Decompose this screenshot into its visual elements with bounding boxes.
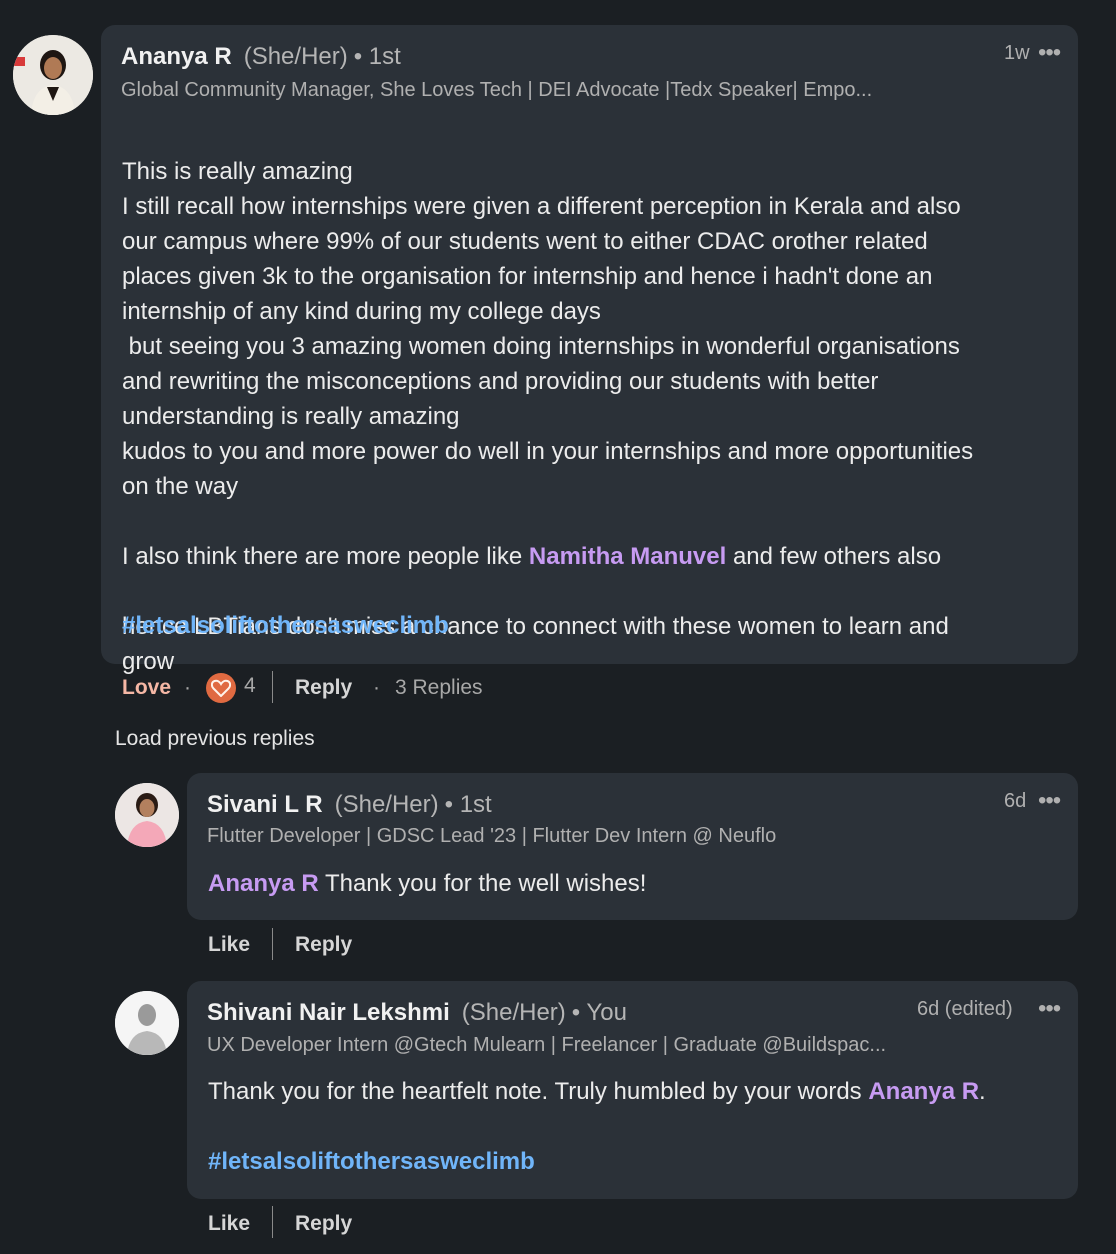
reply-button[interactable]: Reply — [295, 1212, 352, 1236]
comment-text-line: our campus where 99% of our students wen… — [122, 228, 928, 255]
comment-author-pronouns: (She/Her) — [243, 43, 348, 70]
comment-text-line: understanding is really amazing — [122, 403, 460, 430]
comment-hashtag[interactable]: #letsalsoliftothersasweclimb — [122, 612, 449, 640]
action-divider — [272, 928, 273, 960]
connection-degree: • 1st — [444, 791, 492, 818]
comment-text-line: but seeing you 3 amazing women doing int… — [122, 333, 960, 360]
replies-separator: · — [373, 676, 380, 699]
comment-text-line: grow — [122, 648, 175, 675]
mention-ananya[interactable]: Ananya R — [208, 870, 319, 897]
replies-count[interactable]: 3 Replies — [395, 676, 483, 700]
reply-bubble-sivani: Sivani L R (She/Her) • 1st Flutter Devel… — [187, 773, 1078, 920]
comment-text-line: This is really amazing — [122, 158, 353, 185]
comment-text-line: I still recall how internships were give… — [122, 193, 961, 220]
comments-thread: Ananya R (She/Her) • 1st Global Communit… — [0, 0, 1116, 1254]
reply-author-headline: UX Developer Intern @Gtech Mulearn | Fre… — [207, 1034, 887, 1056]
reply-body: Thank you for the heartfelt note. Truly … — [208, 1078, 986, 1105]
action-divider — [272, 671, 273, 703]
reaction-count[interactable]: 4 — [244, 674, 256, 698]
reply-button[interactable]: Reply — [295, 933, 352, 957]
love-reaction-button[interactable]: Love — [122, 676, 171, 700]
comment-text-line: kudos to you and more power do well in y… — [122, 438, 974, 465]
shivani-avatar[interactable] — [115, 991, 179, 1055]
reply-author-name[interactable]: Shivani Nair Lekshmi — [207, 999, 450, 1027]
comment-text-line: internship of any kind during my college… — [122, 298, 601, 325]
reply-author-headline: Flutter Developer | GDSC Lead '23 | Flut… — [207, 825, 777, 847]
comment-author-name[interactable]: Ananya R — [121, 43, 232, 71]
reply-author-pronouns: (She/Her) — [461, 999, 566, 1026]
sivani-avatar[interactable] — [115, 783, 179, 847]
more-options-icon[interactable]: ••• — [1038, 39, 1061, 67]
like-button[interactable]: Like — [208, 1212, 250, 1236]
more-options-icon[interactable]: ••• — [1038, 995, 1061, 1023]
ananya-avatar[interactable] — [13, 35, 93, 115]
connection-degree: • You — [571, 999, 627, 1026]
more-options-icon[interactable]: ••• — [1038, 787, 1061, 815]
reply-time: 6d (edited) — [917, 998, 1013, 1020]
mention-namitha[interactable]: Namitha Manuvel — [529, 543, 726, 570]
like-button[interactable]: Like — [208, 933, 250, 957]
comment-reply-button[interactable]: Reply — [295, 676, 352, 700]
reply-time: 6d — [1004, 790, 1027, 812]
connection-degree: • 1st — [353, 43, 401, 70]
reply-author-name[interactable]: Sivani L R — [207, 791, 323, 819]
action-divider — [272, 1206, 273, 1238]
load-previous-replies[interactable]: Load previous replies — [115, 727, 315, 751]
comment-time: 1w — [1004, 42, 1030, 64]
reply-hashtag[interactable]: #letsalsoliftothersasweclimb — [208, 1148, 535, 1176]
reply-author-pronouns: (She/Her) — [334, 791, 439, 818]
reply-body: Ananya R Thank you for the well wishes! — [208, 870, 647, 897]
reply-bubble-shivani: Shivani Nair Lekshmi (She/Her) • You UX … — [187, 981, 1078, 1199]
comment-mention-line: I also think there are more people like … — [122, 543, 942, 570]
reaction-separator: · — [184, 676, 191, 699]
comment-bubble: Ananya R (She/Her) • 1st Global Communit… — [101, 25, 1078, 675]
love-icon — [206, 673, 236, 703]
comment-text-line: and rewriting the misconceptions and pro… — [122, 368, 879, 395]
comment-text-lines: This is really amazing I still recall how… — [122, 154, 1062, 504]
comment-text-line: on the way — [122, 473, 239, 500]
mention-ananya[interactable]: Ananya R — [868, 1078, 979, 1105]
comment-author-headline: Global Community Manager, She Loves Tech… — [121, 79, 873, 101]
comment-text-line: places given 3k to the organisation for … — [122, 263, 933, 290]
